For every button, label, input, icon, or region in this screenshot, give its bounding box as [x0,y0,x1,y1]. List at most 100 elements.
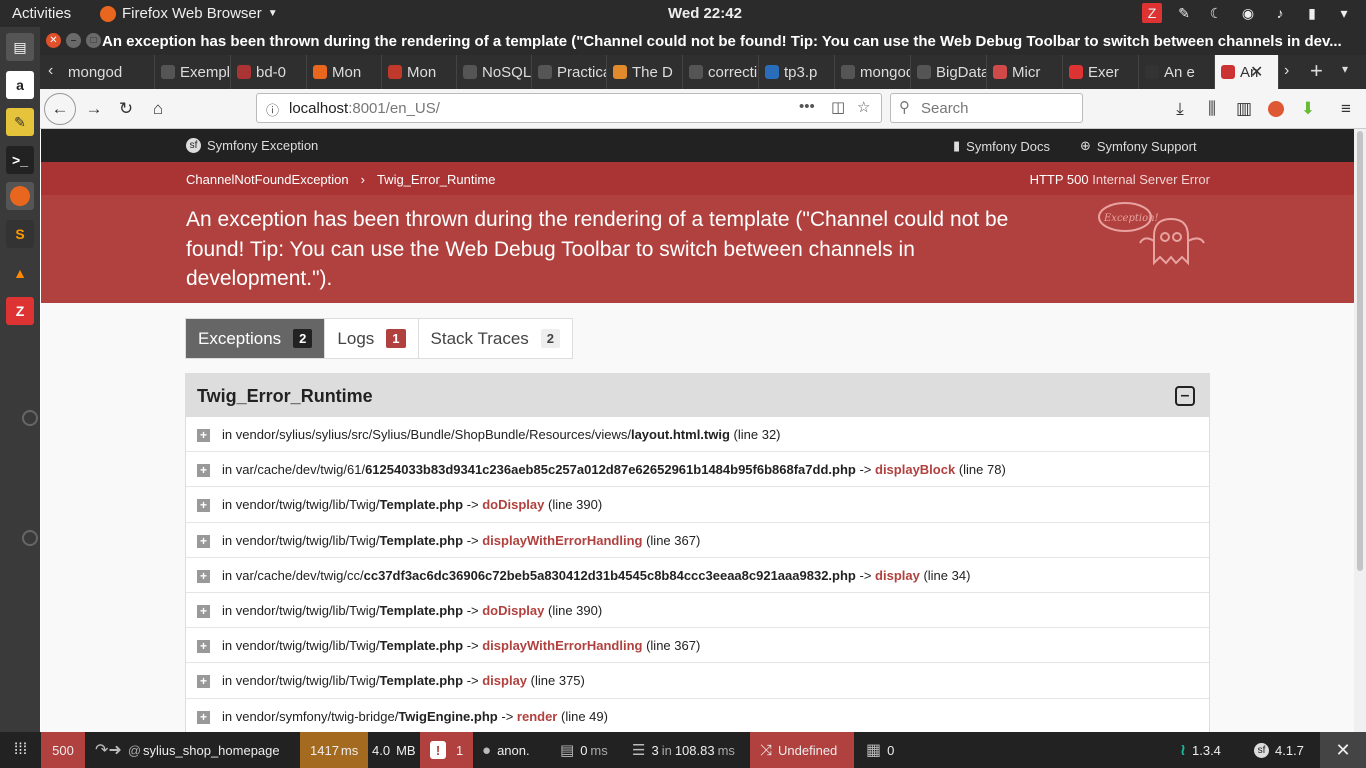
tab-list-icon[interactable]: ▾ [1342,62,1348,76]
toolbar-cache[interactable]: ▦ 0 [856,732,904,768]
battery-icon[interactable]: ▮ [1302,3,1322,23]
reload-button[interactable]: ↻ [112,95,140,123]
browser-tab[interactable]: Mon [307,55,382,89]
browser-tab[interactable]: Mon [382,55,457,89]
workspace-indicator[interactable] [22,530,38,546]
browser-tab[interactable]: The D [607,55,683,89]
expand-plus-icon[interactable]: + [197,499,210,513]
workspace-indicator[interactable] [22,410,38,426]
browser-tab[interactable]: Exemple [155,55,231,89]
symfony-support-link[interactable]: ⊕ Symfony Support [1080,138,1197,154]
browser-tab[interactable]: bd-0 [231,55,307,89]
expand-plus-icon[interactable]: + [197,534,210,548]
browser-tab[interactable]: An e [1139,55,1215,89]
volume-icon[interactable]: ♪ [1270,3,1290,23]
home-button[interactable]: ⌂ [144,95,172,123]
search-bar[interactable]: ⚲ Search [890,93,1083,123]
maximize-window-icon[interactable]: □ [86,33,101,48]
sublime-icon[interactable]: S [6,220,34,248]
firefox-dock-icon[interactable] [6,182,34,210]
expand-plus-icon[interactable]: + [197,710,210,724]
browser-tab[interactable]: Exer [1063,55,1139,89]
library-icon[interactable]: ⫼ [1198,95,1226,123]
tab-scroll-right-icon[interactable]: › [1284,62,1289,80]
page-actions-icon[interactable]: ••• [799,98,815,115]
page-scrollbar[interactable] [1354,129,1366,732]
toolbar-logs[interactable]: ! 1 [420,732,474,768]
toolbar-memory[interactable]: 4.0 MB [362,732,426,768]
power-menu-icon[interactable]: ▾ [1334,3,1354,23]
trace-function[interactable]: displayBlock [875,462,955,477]
toolbar-security[interactable]: ● anon. [472,732,540,768]
expand-plus-icon[interactable]: + [197,464,210,478]
toolbar-forms[interactable]: ▤ 0 ms [550,732,618,768]
vlc-icon[interactable]: ▲ [6,259,34,287]
bookmark-star-icon[interactable]: ☆ [857,98,870,116]
browser-tab[interactable]: An [1215,55,1279,89]
activities-button[interactable]: Activities [12,5,71,22]
browser-tab[interactable]: mongod [835,55,911,89]
text-editor-icon[interactable]: ✎ [6,108,34,136]
expand-plus-icon[interactable]: + [197,675,210,689]
toolbar-close-icon[interactable]: ✕ [1320,732,1366,768]
notes-icon[interactable]: ✎ [1174,3,1194,23]
toolbar-database[interactable]: ☰ 3 in 108.83 ms [622,732,745,768]
trace-function[interactable]: display [482,673,527,688]
toolbar-channel[interactable]: ⤨ Undefined [750,732,854,768]
back-button[interactable]: ← [44,93,76,125]
tab-logs[interactable]: Logs 1 [325,319,419,358]
zeal-dock-icon[interactable]: Z [6,297,34,325]
toolbar-symfony[interactable]: sf 4.1.7 [1244,732,1314,768]
forward-button[interactable]: → [80,95,108,123]
new-tab-icon[interactable]: + [1310,58,1323,84]
tab-scroll-left-icon[interactable]: ‹ [48,62,53,80]
url-bar[interactable]: ⓘ localhost:8001/en_US/ ••• ◫ ☆ [256,93,882,123]
collapse-toggle-icon[interactable]: – [1175,386,1195,406]
files-icon[interactable]: ▤ [6,33,34,61]
browser-tab[interactable]: Practica [532,55,607,89]
close-window-icon[interactable]: ✕ [46,33,61,48]
tab-stack-traces[interactable]: Stack Traces 2 [419,319,573,358]
toolbar-time[interactable]: 1417 ms [300,732,369,768]
app-menu[interactable]: Firefox Web Browser ▼ [100,5,278,22]
browser-tab[interactable]: BigData [911,55,987,89]
close-tab-icon[interactable]: ✕ [1250,62,1263,82]
expand-plus-icon[interactable]: + [197,640,210,654]
night-light-icon[interactable]: ☾ [1206,3,1226,23]
amazon-icon[interactable]: a [6,71,34,99]
sidebar-icon[interactable]: ▥ [1230,95,1258,123]
trace-function[interactable]: displayWithErrorHandling [482,638,642,653]
trace-function[interactable]: doDisplay [482,603,544,618]
browser-tab[interactable]: mongod [62,55,155,89]
extension-download-icon[interactable]: ⬇ [1294,95,1322,123]
trace-function[interactable]: display [875,568,920,583]
zeal-icon[interactable]: Z [1142,3,1162,23]
browser-tab[interactable]: correcti [683,55,759,89]
trace-function[interactable]: doDisplay [482,497,544,512]
pocket-icon[interactable]: ◫ [831,98,845,116]
browser-tab[interactable]: NoSQL [457,55,532,89]
browser-tab[interactable]: Micr [987,55,1063,89]
site-info-icon[interactable]: ⓘ [266,100,279,119]
expand-plus-icon[interactable]: + [197,429,210,442]
expand-plus-icon[interactable]: + [197,604,210,618]
downloads-icon[interactable]: ⤓ [1166,95,1194,123]
toolbar-sylius[interactable]: ≀ 1.3.4 [1170,732,1231,768]
tab-exceptions[interactable]: Exceptions 2 [186,319,326,358]
wifi-icon[interactable]: ◉ [1238,3,1258,23]
scrollbar-thumb[interactable] [1357,131,1363,571]
duckduckgo-icon[interactable] [1262,95,1290,123]
browser-tab[interactable]: tp3.p [759,55,835,89]
toolbar-status-code[interactable]: 500 [41,732,85,768]
hamburger-menu-icon[interactable]: ≡ [1332,95,1360,123]
system-tray[interactable]: Z ✎ ☾ ◉ ♪ ▮ ▾ [1142,3,1354,23]
expand-plus-icon[interactable]: + [197,569,210,583]
clock[interactable]: Wed 22:42 [668,5,742,22]
symfony-docs-link[interactable]: ▮ Symfony Docs [953,138,1050,154]
minimize-window-icon[interactable]: – [66,33,81,48]
toolbar-menu-icon[interactable]: ⁞⁞⁞ [0,732,41,768]
terminal-icon[interactable]: >_ [6,146,34,174]
trace-function[interactable]: displayWithErrorHandling [482,533,642,548]
toolbar-route[interactable]: ↷➜ @ sylius_shop_homepage [85,732,290,768]
trace-function[interactable]: render [517,709,557,724]
